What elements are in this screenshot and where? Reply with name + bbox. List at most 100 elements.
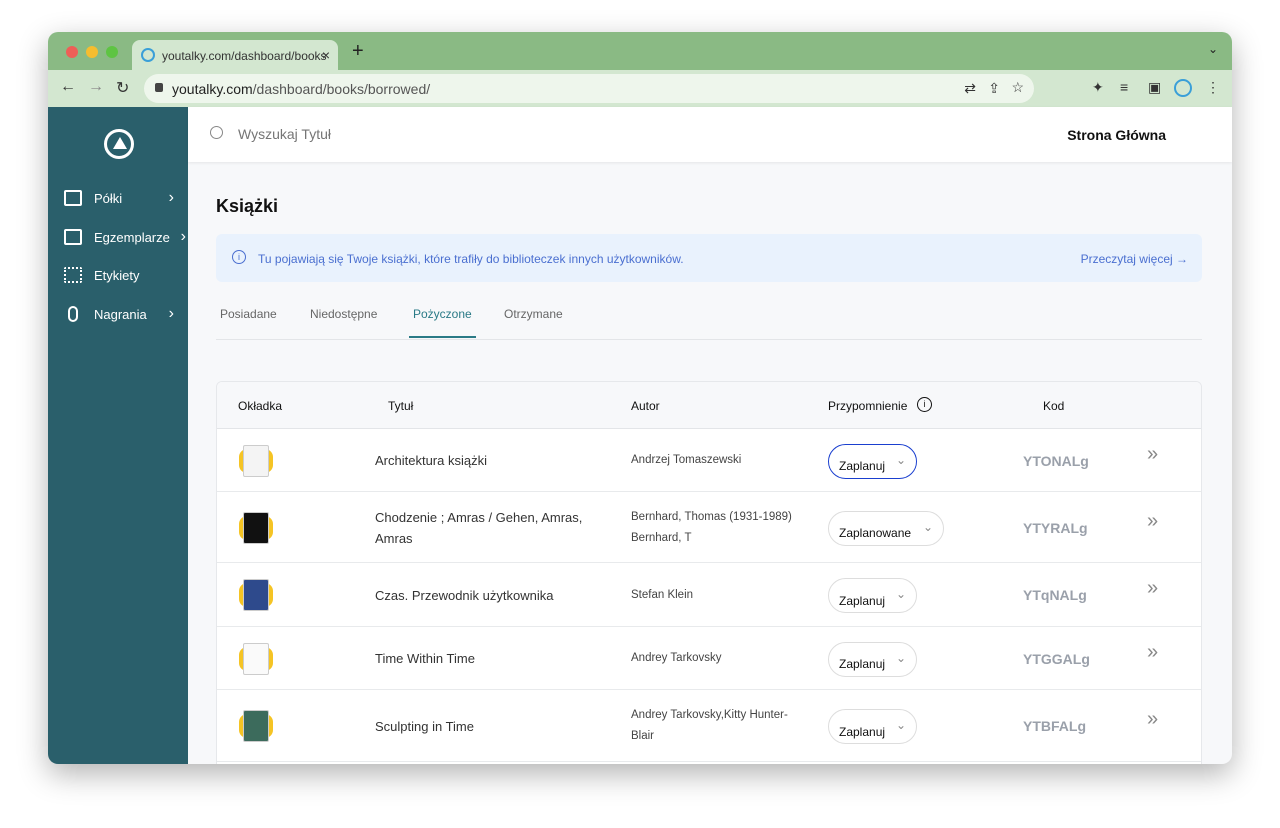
tab-niedostepne[interactable]: Niedostępne: [310, 307, 377, 336]
book-code: YTqNALg: [1023, 587, 1087, 603]
book-icon: [64, 229, 82, 245]
translate-icon[interactable]: ⇄: [964, 80, 976, 97]
book-cover: [239, 511, 273, 544]
microphone-icon: [68, 306, 78, 322]
table-row: Czas. Przewodnik użytkownika Stefan Klei…: [217, 563, 1201, 627]
book-title: Architektura książki: [375, 453, 487, 468]
table-row: Chodzenie ; Amras / Gehen, Amras, Amras …: [217, 492, 1201, 563]
browser-toolbar: ← → ↻ youtalky.com/dashboard/books/borro…: [48, 70, 1232, 107]
youtalky-logo[interactable]: [104, 129, 134, 159]
reminder-select[interactable]: Zaplanuj ⌄: [828, 709, 917, 744]
sidebar-item-label: Egzemplarze: [94, 229, 170, 245]
bookmark-star-icon[interactable]: ☆: [1011, 79, 1024, 96]
reminder-value: Zaplanuj: [839, 657, 886, 671]
sidebar-item-label: Nagrania: [94, 306, 147, 322]
extensions-icon[interactable]: ✦: [1092, 79, 1104, 96]
browser-tab[interactable]: youtalky.com/dashboard/books ×: [132, 40, 338, 70]
cover-image: [243, 710, 269, 742]
reminder-value: Zaplanuj: [839, 724, 886, 739]
book-title: Time Within Time: [375, 651, 475, 666]
qr-code-icon: [64, 267, 82, 283]
header-reminder: Przypomnienie: [828, 399, 908, 413]
book-title: Czas. Przewodnik użytkownika: [375, 587, 554, 603]
cover-image: [243, 579, 269, 611]
url-host: youtalky.com: [172, 81, 253, 97]
menu-kebab-icon[interactable]: ⋮: [1206, 79, 1220, 96]
reminder-select[interactable]: Zaplanuj ⌄: [828, 641, 917, 677]
new-tab-button[interactable]: +: [352, 40, 364, 63]
tab-title: youtalky.com/dashboard/books: [162, 49, 327, 63]
book-tabs: Posiadane Niedostępne Pożyczone Otrzyman…: [216, 298, 1202, 340]
chevron-right-icon: ›: [168, 305, 174, 322]
reminder-info-icon[interactable]: i: [917, 397, 932, 412]
chevron-right-icon: ›: [180, 228, 186, 245]
book-author: Bernhard, Thomas (1931-1989) Bernhard, T: [631, 510, 792, 544]
header-code: Kod: [1043, 399, 1065, 413]
info-text: Tu pojawiają się Twoje książki, które tr…: [258, 252, 684, 266]
table-header: Okładka Tytuł Autor Przypomnienie i Kod: [217, 382, 1201, 429]
address-bar[interactable]: youtalky.com/dashboard/books/borrowed/ ⇄…: [144, 74, 1034, 103]
reload-button[interactable]: ↻: [116, 78, 129, 98]
tab-list-chevron-icon[interactable]: ⌄: [1208, 42, 1218, 56]
page-title: Książki: [216, 196, 279, 216]
info-icon: i: [232, 250, 246, 264]
sidebar-item-etykiety[interactable]: Etykiety: [64, 263, 188, 287]
close-tab-icon[interactable]: ×: [322, 47, 330, 63]
search-input[interactable]: [238, 126, 638, 142]
chevron-down-icon: ⌄: [895, 587, 906, 601]
details-chevrons-icon[interactable]: »: [1147, 510, 1158, 533]
minimize-window-button[interactable]: [86, 46, 98, 58]
read-more-link[interactable]: Przeczytaj więcej →: [1081, 252, 1188, 266]
book-code: YTONALg: [1023, 452, 1089, 469]
sidebar-item-label: Etykiety: [94, 267, 140, 283]
book-cover: [239, 444, 273, 477]
map-icon: [64, 190, 82, 206]
table-row: Sculpting in Time Andrey Tarkovsky,Kitty…: [217, 690, 1201, 762]
book-cover: [239, 579, 273, 611]
favicon-icon: [141, 48, 155, 62]
sidebar-item-nagrania[interactable]: Nagrania ›: [64, 302, 188, 326]
book-author: Stefan Klein: [631, 588, 694, 601]
sidebar-item-egzemplarze[interactable]: Egzemplarze ›: [64, 225, 188, 249]
tab-pozyczone[interactable]: Pożyczone: [409, 307, 476, 338]
close-window-button[interactable]: [66, 46, 78, 58]
book-title: Sculpting in Time: [375, 718, 474, 734]
reminder-select[interactable]: Zaplanuj ⌄: [828, 578, 917, 613]
media-control-icon[interactable]: ≡: [1120, 79, 1128, 95]
tab-posiadane[interactable]: Posiadane: [220, 307, 277, 336]
forward-button[interactable]: →: [88, 78, 104, 96]
details-chevrons-icon[interactable]: »: [1147, 708, 1158, 731]
details-chevrons-icon[interactable]: »: [1147, 443, 1158, 466]
reminder-value: Zaplanuj: [839, 459, 886, 473]
sidebar-item-polki[interactable]: Półki ›: [64, 186, 188, 210]
side-panel-icon[interactable]: ▣: [1148, 79, 1161, 96]
reminder-select[interactable]: Zaplanowane ⌄: [828, 510, 944, 546]
chevron-right-icon: ›: [168, 189, 174, 206]
book-title: Chodzenie ; Amras / Gehen, Amras, Amras: [375, 509, 583, 546]
cover-image: [243, 444, 269, 477]
sidebar-item-label: Półki: [94, 190, 123, 206]
tab-otrzymane[interactable]: Otrzymane: [504, 307, 563, 336]
chevron-down-icon: ⌄: [895, 718, 906, 732]
reminder-select[interactable]: Zaplanuj ⌄: [828, 443, 917, 479]
details-chevrons-icon[interactable]: »: [1147, 641, 1158, 664]
reminder-value: Zaplanuj: [839, 593, 886, 608]
header-cover: Okładka: [238, 399, 283, 413]
profile-avatar[interactable]: [1174, 79, 1192, 97]
books-table: Okładka Tytuł Autor Przypomnienie i Kod …: [216, 381, 1202, 764]
table-row: Architektura książki Andrzej Tomaszewski…: [217, 429, 1201, 492]
chevron-down-icon: ⌄: [922, 519, 933, 534]
maximize-window-button[interactable]: [106, 46, 118, 58]
back-button[interactable]: ←: [60, 78, 76, 96]
details-chevrons-icon[interactable]: »: [1147, 577, 1158, 600]
book-author: Andrey Tarkovsky,Kitty Hunter-Blair: [631, 709, 788, 742]
share-icon[interactable]: ⇪: [988, 80, 1000, 97]
chevron-down-icon: ⌄: [895, 650, 906, 665]
cover-image: [243, 642, 269, 675]
home-link[interactable]: Strona Główna: [1067, 127, 1166, 143]
sidebar: Półki › Egzemplarze › Etykiety Nagrania ›: [48, 107, 188, 764]
header-title: Tytuł: [388, 399, 414, 413]
lock-icon: [155, 83, 163, 92]
tab-bar: youtalky.com/dashboard/books × + ⌄: [48, 32, 1232, 70]
info-banner: i Tu pojawiają się Twoje książki, które …: [216, 234, 1202, 282]
